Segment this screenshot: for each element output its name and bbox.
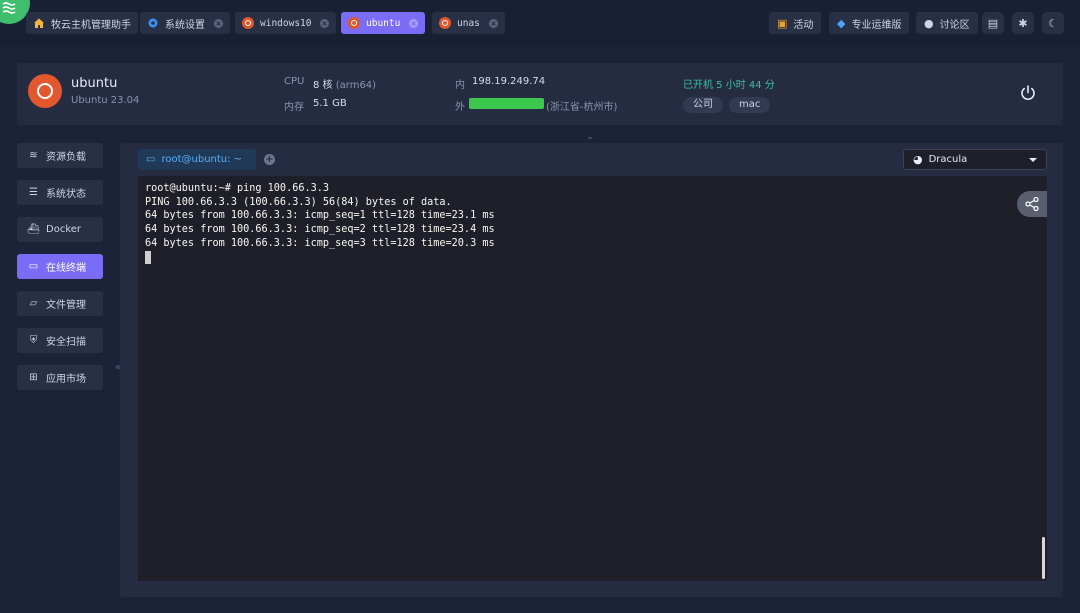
host-os: Ubuntu 23.04 — [71, 95, 140, 106]
theme-toggle-button[interactable]: ☾ — [1042, 12, 1064, 34]
close-icon[interactable] — [320, 18, 330, 28]
docker-icon: ⛴ — [27, 224, 40, 235]
theme-select-value: Dracula — [928, 154, 968, 165]
tab-label: ubuntu — [366, 17, 401, 29]
outer-ip-redacted — [469, 98, 544, 109]
share-icon — [1025, 196, 1039, 212]
memory-label: 内存 — [284, 102, 304, 113]
logo-icon — [2, 2, 16, 14]
tab-label: unas — [457, 17, 480, 29]
tag-mac[interactable]: mac — [729, 97, 771, 113]
ubuntu-icon — [242, 17, 254, 29]
apps-icon: ⊞ — [29, 372, 38, 383]
terminal-tab-label: root@ubuntu: ~ — [161, 154, 243, 165]
outer-ip-location: (浙江省-杭州市) — [546, 102, 618, 113]
uptime-text: 已开机 5 小时 44 分 — [683, 80, 775, 91]
sidebar-item-docker[interactable]: ⛴ Docker — [17, 217, 103, 242]
home-icon — [33, 17, 45, 29]
sidebar-item-security-scan[interactable]: ⛨ 安全扫描 — [17, 328, 103, 353]
sidebar-item-label: Docker — [46, 224, 82, 235]
pro-edition-label: 专业运维版 — [851, 19, 902, 31]
tab-label: windows10 — [260, 17, 312, 29]
monitor-icon: ▭ — [146, 154, 156, 165]
terminal-output[interactable]: root@ubuntu:~# ping 100.66.3.3 PING 100.6… — [138, 176, 1047, 581]
settings-button[interactable]: ✱ — [1012, 12, 1034, 34]
layers-icon: ≋ — [29, 150, 38, 161]
inner-ip-value[interactable]: 198.19.249.74 — [472, 76, 545, 87]
forum-button[interactable]: ● 讨论区 — [916, 12, 978, 34]
moon-icon: ☾ — [1048, 16, 1058, 30]
share-button[interactable] — [1017, 191, 1047, 217]
tag-company[interactable]: 公司 — [683, 97, 723, 113]
chevron-down-icon — [1029, 158, 1037, 162]
tab-label: 牧云主机管理助手 — [51, 19, 131, 31]
add-terminal-icon[interactable]: + — [264, 154, 275, 165]
gear-icon: ✱ — [1018, 16, 1028, 30]
inner-ip-label: 内 — [455, 80, 465, 91]
close-icon[interactable] — [488, 18, 498, 28]
tab-windows10[interactable]: windows10 — [235, 12, 337, 34]
terminal-tab[interactable]: ▭ root@ubuntu: ~ — [138, 149, 256, 170]
sidebar-item-label: 在线终端 — [46, 263, 86, 274]
list-icon: ☰ — [29, 187, 38, 198]
forum-label: 讨论区 — [939, 19, 970, 31]
terminal-cursor — [145, 250, 151, 264]
terminal-line: 64 bytes from 100.66.3.3: icmp_seq=3 ttl… — [145, 237, 495, 249]
tab-label: 系统设置 — [165, 19, 205, 31]
sidebar-item-resource-load[interactable]: ≋ 资源负载 — [17, 143, 103, 168]
ubuntu-icon — [439, 17, 451, 29]
terminal-line: 64 bytes from 100.66.3.3: icmp_seq=2 ttl… — [145, 224, 495, 236]
memory-value: 5.1 GB — [313, 98, 347, 109]
sidebar-item-file-manager[interactable]: ▱ 文件管理 — [17, 291, 103, 316]
ubuntu-icon — [348, 17, 360, 29]
tab-settings[interactable]: 系统设置 — [140, 12, 230, 34]
sidebar-item-system-status[interactable]: ☰ 系统状态 — [17, 180, 103, 205]
cpu-cores: 8 核 — [313, 80, 333, 91]
diamond-icon: ◆ — [837, 16, 846, 30]
group-icon: ● — [924, 16, 934, 30]
sidebar-item-terminal[interactable]: ▭ 在线终端 — [17, 254, 103, 279]
shield-icon: ⛨ — [29, 335, 38, 346]
close-icon[interactable] — [409, 18, 419, 28]
ubuntu-logo-icon — [28, 74, 62, 108]
activity-button[interactable]: ▣ 活动 — [769, 12, 822, 34]
cpu-value: 8 核 (arm64) — [313, 76, 376, 91]
cpu-arch: (arm64) — [335, 80, 377, 91]
activity-label: 活动 — [793, 19, 814, 31]
document-icon: ▤ — [987, 16, 999, 30]
sidebar-item-label: 应用市场 — [46, 374, 86, 385]
theme-select[interactable]: ◕ Dracula — [903, 149, 1047, 170]
tab-ubuntu[interactable]: ubuntu — [341, 12, 426, 34]
sidebar-item-label: 文件管理 — [46, 300, 86, 311]
terminal-line: root@ubuntu:~# ping 100.66.3.3 — [145, 183, 330, 194]
palette-icon: ◕ — [913, 153, 923, 166]
terminal-scrollbar[interactable] — [1042, 537, 1045, 579]
terminal-line: PING 100.66.3.3 (100.66.3.3) 56(84) byte… — [145, 196, 452, 208]
gift-icon: ▣ — [777, 16, 788, 30]
terminal-icon: ▭ — [28, 261, 39, 272]
gear-icon — [147, 17, 159, 29]
sidebar-item-label: 资源负载 — [46, 152, 86, 163]
host-name: ubuntu — [71, 76, 118, 91]
pro-edition-button[interactable]: ◆ 专业运维版 — [829, 12, 910, 34]
sidebar-item-label: 安全扫描 — [46, 337, 86, 348]
outer-ip-label: 外 — [455, 102, 465, 113]
sidebar-item-app-market[interactable]: ⊞ 应用市场 — [17, 365, 103, 390]
tab-home[interactable]: 牧云主机管理助手 — [26, 12, 138, 34]
tab-unas[interactable]: unas — [432, 12, 505, 34]
sidebar-item-label: 系统状态 — [46, 189, 86, 200]
cpu-label: CPU — [284, 76, 305, 87]
host-info-card: ubuntu Ubuntu 23.04 CPU 8 核 (arm64) 内存 5… — [17, 63, 1063, 125]
terminal-line: 64 bytes from 100.66.3.3: icmp_seq=1 ttl… — [145, 210, 495, 222]
close-icon[interactable] — [214, 18, 223, 28]
top-bar: 牧云主机管理助手 系统设置 windows10 ubuntu unas ▣ 活动… — [0, 0, 1080, 46]
document-button[interactable]: ▤ — [982, 12, 1004, 34]
power-icon[interactable] — [1019, 84, 1037, 102]
folder-icon: ▱ — [29, 298, 38, 309]
collapse-host-icon[interactable]: ⌃ — [586, 136, 594, 147]
